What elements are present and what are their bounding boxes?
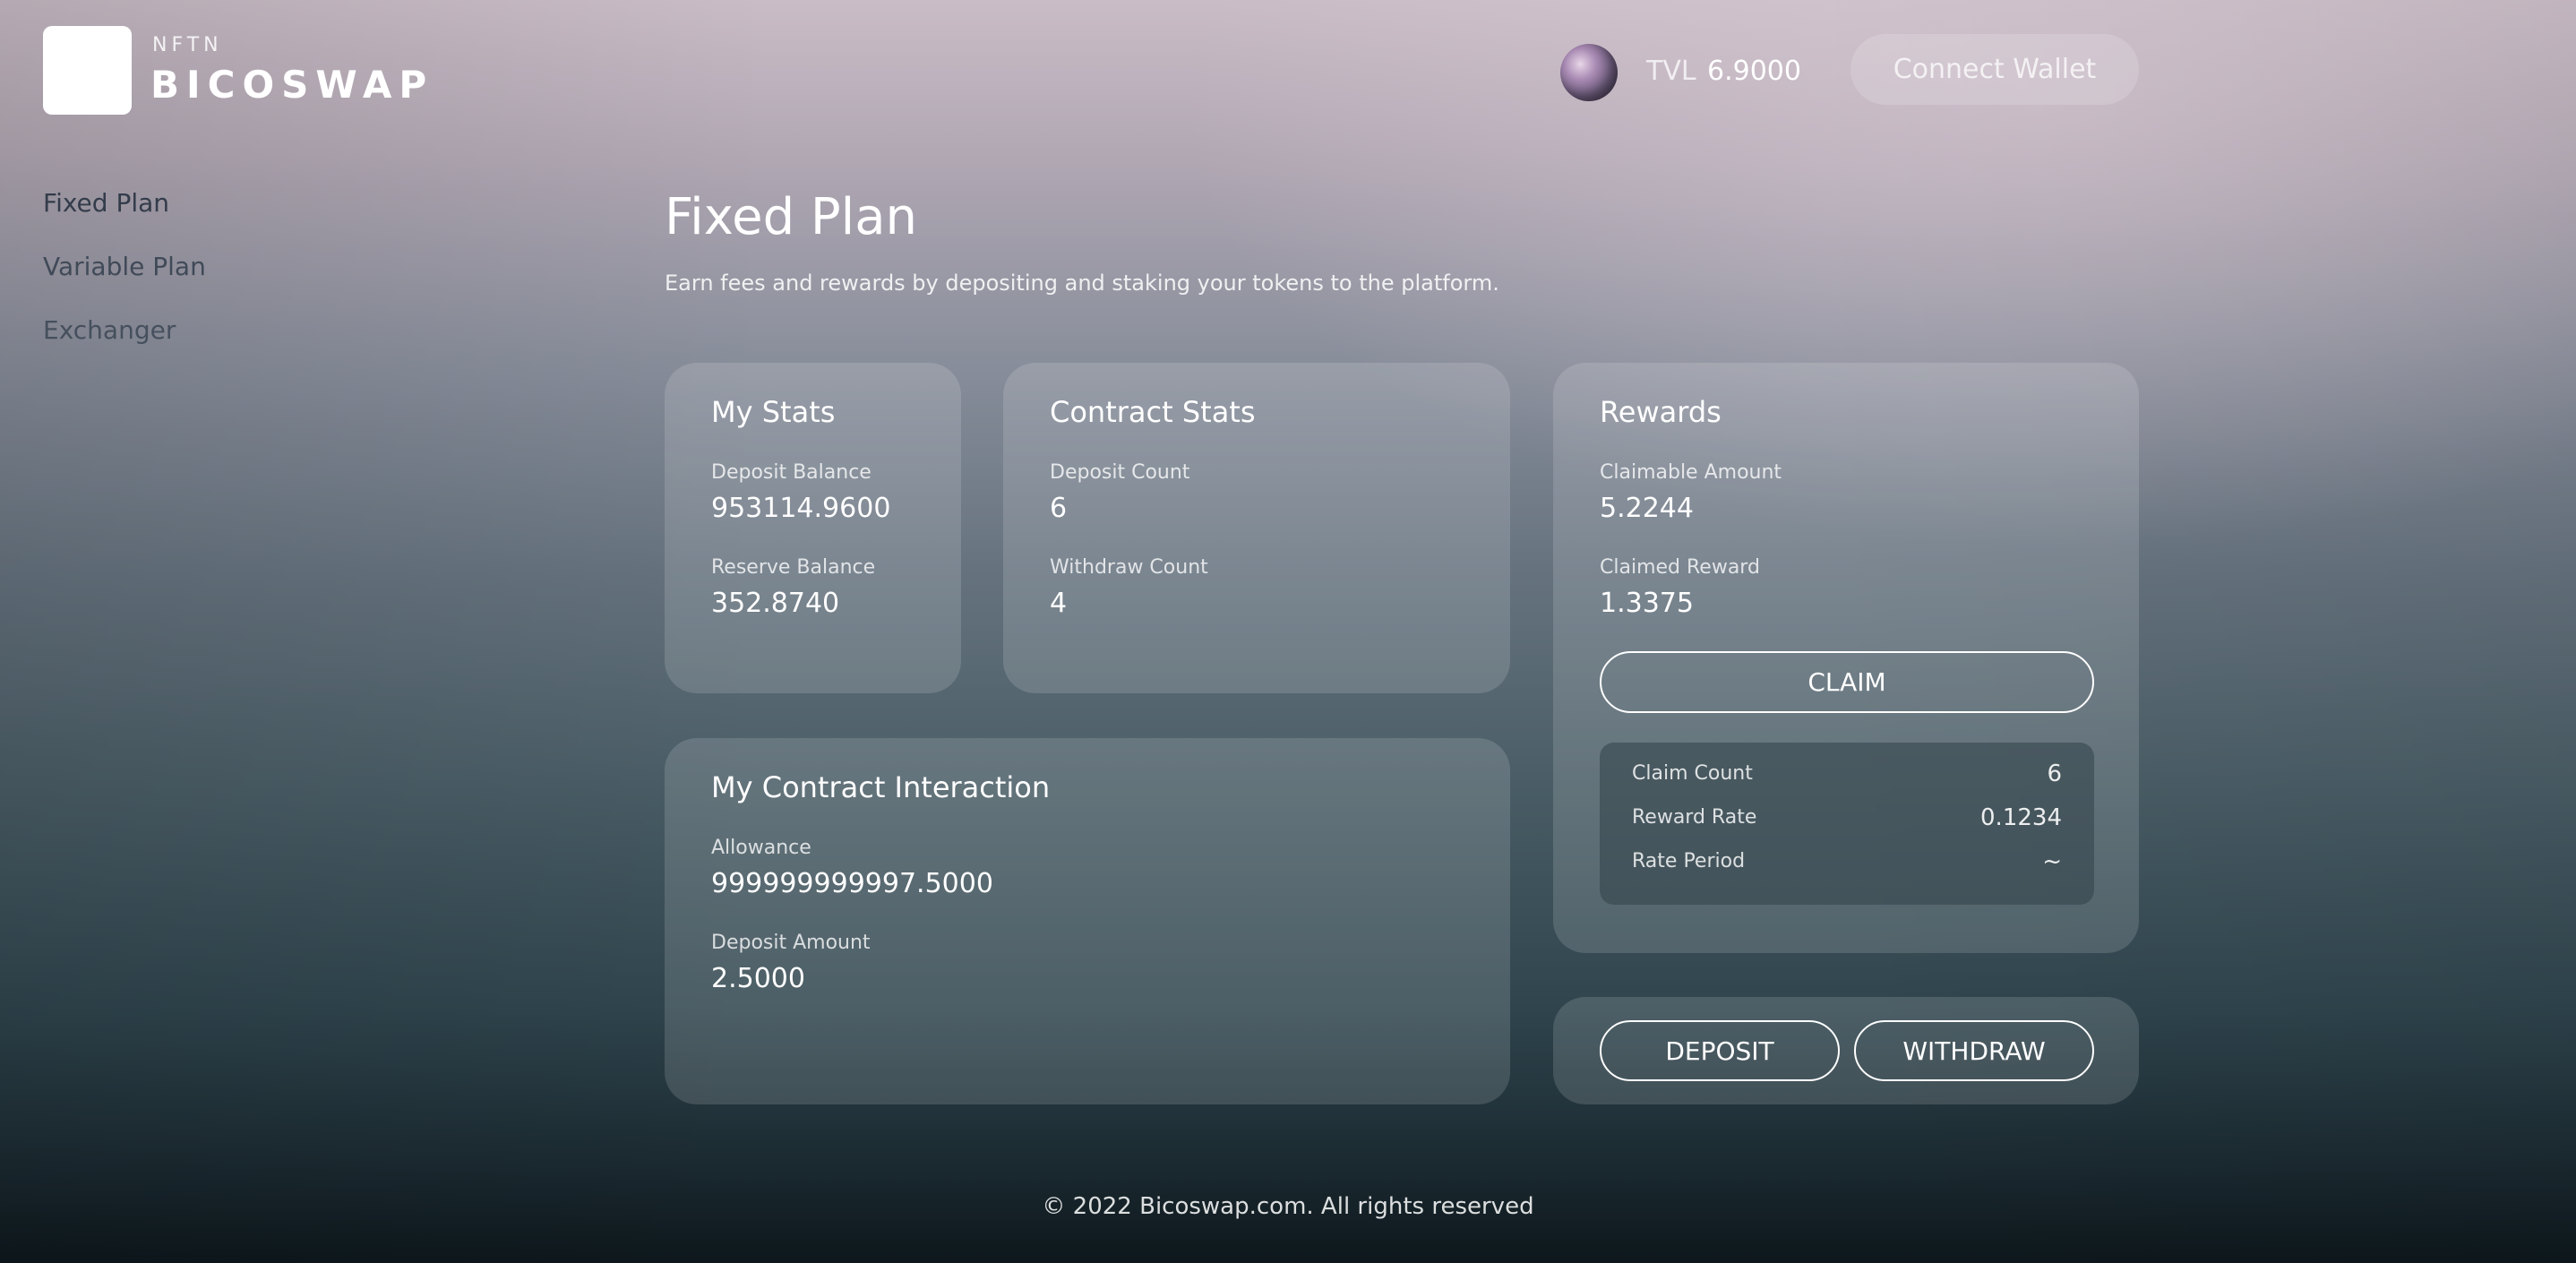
deposit-balance-label: Deposit Balance [711, 461, 872, 484]
tvl-value: 6.9000 [1707, 56, 1801, 87]
footer-copyright: © 2022 Bicoswap.com. All rights reserved [1042, 1193, 1534, 1220]
sidebar-item-variable-plan[interactable]: Variable Plan [43, 252, 206, 281]
page-subtitle: Earn fees and rewards by depositing and … [665, 271, 1499, 296]
reserve-balance-value: 352.8740 [711, 588, 840, 619]
page-title: Fixed Plan [665, 188, 918, 246]
brand-name[interactable]: BICOSWAP [150, 63, 434, 107]
sidebar-item-exchanger[interactable]: Exchanger [43, 315, 176, 345]
contract-interaction-card: My Contract Interaction Allowance 999999… [665, 738, 1510, 1104]
reward-rate-value: 0.1234 [1980, 804, 2062, 831]
my-stats-card: My Stats Deposit Balance 953114.9600 Res… [665, 363, 961, 693]
logo-icon[interactable] [43, 26, 132, 115]
contract-stats-title: Contract Stats [1050, 395, 1256, 429]
reward-rate-label: Reward Rate [1632, 806, 1757, 829]
withdraw-count-value: 4 [1050, 588, 1068, 619]
reward-details-panel: Claim Count 6 Reward Rate 0.1234 Rate Pe… [1600, 743, 2094, 905]
claimed-reward-value: 1.3375 [1600, 588, 1694, 619]
deposit-count-value: 6 [1050, 493, 1068, 524]
deposit-count-label: Deposit Count [1050, 461, 1190, 484]
withdraw-button[interactable]: WITHDRAW [1854, 1020, 2094, 1081]
claim-button[interactable]: CLAIM [1600, 651, 2094, 713]
rate-period-label: Rate Period [1632, 850, 1746, 872]
rate-period-value: ~ [2042, 848, 2062, 875]
brand-tagline: NFTN [152, 34, 223, 56]
allowance-label: Allowance [711, 837, 811, 859]
deposit-amount-value: 2.5000 [711, 963, 805, 994]
rewards-title: Rewards [1600, 395, 1722, 429]
withdraw-count-label: Withdraw Count [1050, 556, 1208, 579]
rewards-card: Rewards Claimable Amount 5.2244 Claimed … [1553, 363, 2139, 953]
connect-wallet-button[interactable]: Connect Wallet [1850, 34, 2139, 105]
claim-count-label: Claim Count [1632, 762, 1753, 785]
allowance-value: 999999999997.5000 [711, 868, 993, 899]
deposit-balance-value: 953114.9600 [711, 493, 891, 524]
sidebar-item-fixed-plan[interactable]: Fixed Plan [43, 188, 169, 218]
deposit-withdraw-card: DEPOSIT WITHDRAW [1553, 997, 2139, 1104]
claimed-reward-label: Claimed Reward [1600, 556, 1760, 579]
deposit-button[interactable]: DEPOSIT [1600, 1020, 1840, 1081]
claimable-amount-value: 5.2244 [1600, 493, 1694, 524]
my-stats-title: My Stats [711, 395, 836, 429]
contract-stats-card: Contract Stats Deposit Count 6 Withdraw … [1003, 363, 1510, 693]
reserve-balance-label: Reserve Balance [711, 556, 876, 579]
claimable-amount-label: Claimable Amount [1600, 461, 1782, 484]
deposit-amount-label: Deposit Amount [711, 932, 871, 954]
tvl-token-icon [1560, 44, 1618, 101]
tvl-label: TVL [1646, 56, 1696, 87]
contract-interaction-title: My Contract Interaction [711, 770, 1051, 804]
claim-count-value: 6 [2047, 760, 2062, 787]
